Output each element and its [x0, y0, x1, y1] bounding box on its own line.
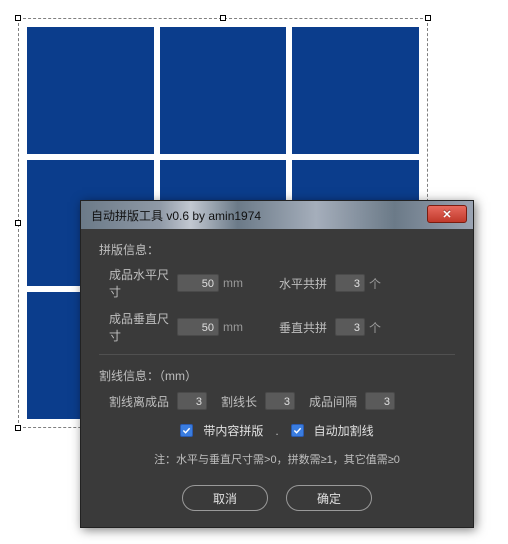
titlebar[interactable]: 自动拼版工具 v0.6 by amin1974 ✕ — [81, 201, 473, 229]
section-title-layout: 拼版信息： — [99, 241, 455, 258]
label-chk-cutline: 自动加割线 — [314, 422, 374, 439]
checkbox-auto-cutline[interactable] — [291, 424, 304, 437]
input-cut-len[interactable]: 3 — [265, 392, 295, 410]
input-cut-offset[interactable]: 3 — [177, 392, 207, 410]
label-h-count: 水平共拼 — [279, 275, 327, 292]
tile — [292, 27, 419, 154]
label-cut-len: 割线长 — [221, 393, 257, 410]
checkbox-with-content[interactable] — [180, 424, 193, 437]
tile — [27, 27, 154, 154]
input-h-size[interactable]: 50 — [177, 274, 219, 292]
row-cutline: 割线离成品 3 割线长 3 成品间隔 3 — [99, 392, 455, 410]
selection-handle[interactable] — [15, 15, 21, 21]
row-h-size: 成品水平尺寸 50 mm 水平共拼 3 个 — [99, 266, 455, 300]
dialog-auto-layout: 自动拼版工具 v0.6 by amin1974 ✕ 拼版信息： 成品水平尺寸 5… — [80, 200, 474, 528]
separator-dot: . — [273, 424, 280, 438]
divider — [99, 354, 455, 355]
check-icon — [182, 426, 191, 435]
label-chk-content: 带内容拼版 — [203, 422, 263, 439]
close-icon: ✕ — [442, 208, 451, 221]
unit-mm: mm — [223, 320, 245, 334]
selection-handle[interactable] — [220, 15, 226, 21]
close-button[interactable]: ✕ — [427, 205, 467, 223]
label-cut-offset: 割线离成品 — [109, 393, 169, 410]
cancel-button[interactable]: 取消 — [182, 485, 268, 511]
label-h-size: 成品水平尺寸 — [99, 266, 177, 300]
note-text: 注：水平与垂直尺寸需>0，拼数需≥1，其它值需≥0 — [99, 451, 455, 467]
input-v-size[interactable]: 50 — [177, 318, 219, 336]
row-v-size: 成品垂直尺寸 50 mm 垂直共拼 3 个 — [99, 310, 455, 344]
input-h-count[interactable]: 3 — [335, 274, 365, 292]
tile — [160, 27, 287, 154]
label-v-size: 成品垂直尺寸 — [99, 310, 177, 344]
unit-ge: 个 — [369, 319, 391, 336]
dialog-body: 拼版信息： 成品水平尺寸 50 mm 水平共拼 3 个 成品垂直尺寸 50 mm… — [81, 229, 473, 527]
input-v-count[interactable]: 3 — [335, 318, 365, 336]
unit-ge: 个 — [369, 275, 391, 292]
unit-mm: mm — [223, 276, 245, 290]
selection-handle[interactable] — [15, 220, 21, 226]
selection-handle[interactable] — [15, 425, 21, 431]
label-v-count: 垂直共拼 — [279, 319, 327, 336]
input-gap[interactable]: 3 — [365, 392, 395, 410]
selection-handle[interactable] — [425, 15, 431, 21]
ok-button[interactable]: 确定 — [286, 485, 372, 511]
check-icon — [293, 426, 302, 435]
row-checkboxes: 带内容拼版 . 自动加割线 — [99, 422, 455, 439]
label-gap: 成品间隔 — [309, 393, 357, 410]
section-title-cut: 割线信息：（mm） — [99, 367, 455, 384]
dialog-title: 自动拼版工具 v0.6 by amin1974 — [91, 207, 261, 224]
button-row: 取消 确定 — [99, 485, 455, 511]
